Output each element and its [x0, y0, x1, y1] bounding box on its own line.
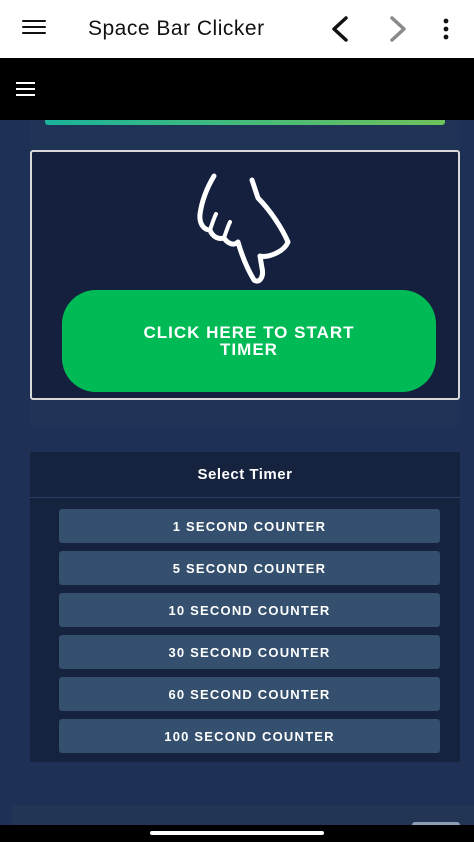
site-menu-icon[interactable]	[16, 82, 36, 96]
home-indicator[interactable]	[150, 831, 324, 835]
timer-option-30[interactable]: 30 SECOND COUNTER	[59, 635, 440, 669]
timer-option-10[interactable]: 10 SECOND COUNTER	[59, 593, 440, 627]
page-content: CLICK HERE TO START TIMER Select Timer 1…	[0, 120, 474, 842]
browser-app-bar: Space Bar Clicker	[0, 0, 474, 58]
hamburger-menu-icon[interactable]	[22, 20, 46, 38]
pointing-hand-icon	[197, 173, 291, 284]
chevron-right-icon[interactable]	[384, 14, 412, 44]
progress-accent-bar	[45, 120, 445, 125]
timer-select-heading: Select Timer	[30, 452, 460, 498]
more-vertical-icon[interactable]	[436, 16, 456, 42]
site-nav-bar	[0, 58, 474, 120]
timer-option-100[interactable]: 100 SECOND COUNTER	[59, 719, 440, 753]
timer-select-panel: Select Timer 1 SECOND COUNTER 5 SECOND C…	[30, 452, 460, 762]
click-area[interactable]: CLICK HERE TO START TIMER	[30, 150, 460, 400]
timer-option-1[interactable]: 1 SECOND COUNTER	[59, 509, 440, 543]
chevron-left-icon[interactable]	[326, 14, 354, 44]
start-timer-button[interactable]: CLICK HERE TO START TIMER	[62, 290, 436, 392]
app-title: Space Bar Clicker	[88, 17, 265, 40]
timer-option-60[interactable]: 60 SECOND COUNTER	[59, 677, 440, 711]
timer-option-5[interactable]: 5 SECOND COUNTER	[59, 551, 440, 585]
system-nav-bar	[0, 825, 474, 842]
